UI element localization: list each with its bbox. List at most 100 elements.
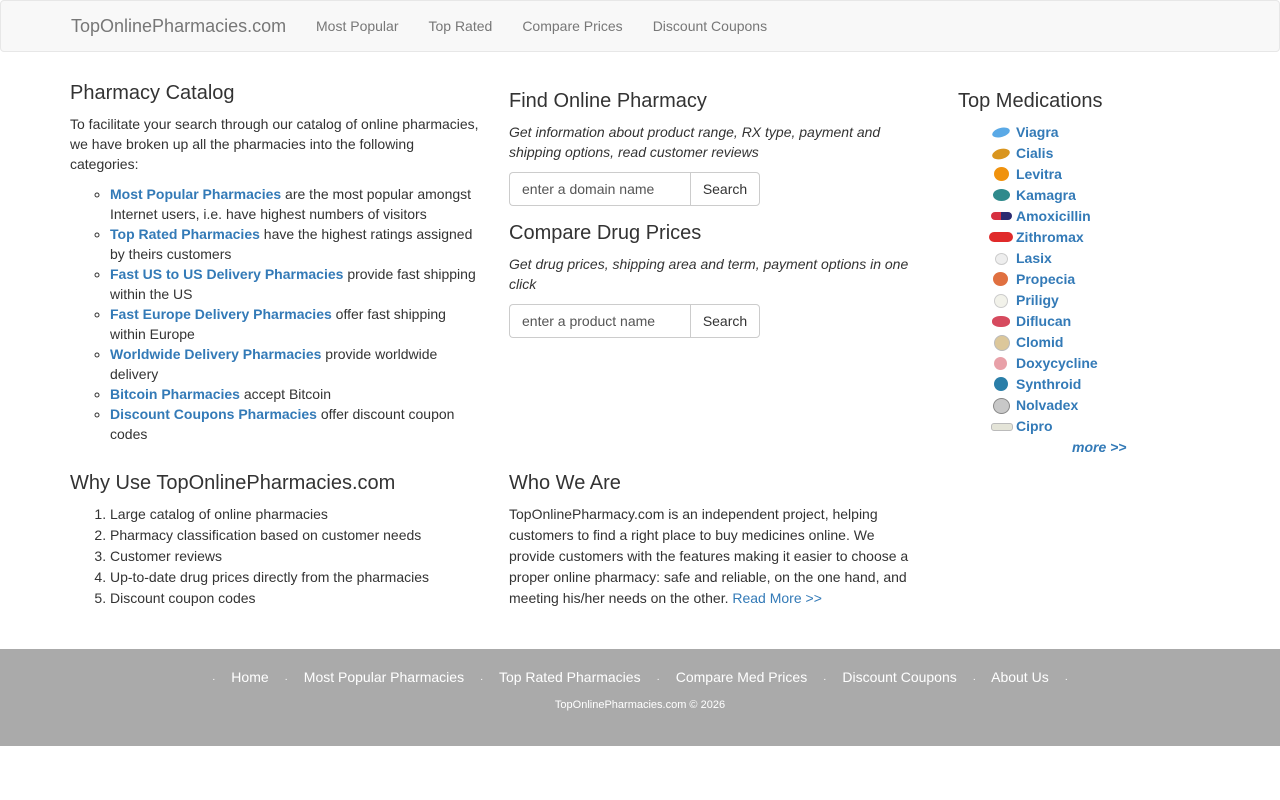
blue-pill-icon bbox=[991, 125, 1011, 139]
medication-link-diflucan[interactable]: Diflucan bbox=[1016, 313, 1071, 329]
separator: · bbox=[212, 674, 216, 685]
medication-link-lasix[interactable]: Lasix bbox=[1016, 250, 1052, 266]
who-we-are-section: Who We Are TopOnlinePharmacy.com is an i… bbox=[509, 472, 914, 609]
domain-search-input[interactable] bbox=[509, 172, 690, 206]
medication-item: Viagra bbox=[991, 121, 1208, 142]
category-link-worldwide[interactable]: Worldwide Delivery Pharmacies bbox=[110, 346, 321, 362]
category-desc: accept Bitcoin bbox=[239, 386, 331, 402]
medication-item: Nolvadex bbox=[991, 394, 1208, 415]
yellow-pill-icon bbox=[991, 146, 1011, 161]
navbar: TopOnlinePharmacies.com Most Popular Top… bbox=[0, 0, 1280, 52]
find-pharmacy-desc: Get information about product range, RX … bbox=[509, 124, 881, 160]
teal-pill-icon bbox=[991, 376, 1011, 391]
teal-pill-icon bbox=[991, 188, 1011, 202]
medication-link-amoxicillin[interactable]: Amoxicillin bbox=[1016, 208, 1091, 224]
separator: · bbox=[972, 674, 976, 685]
domain-search-form: Search bbox=[509, 172, 760, 206]
medication-item: Synthroid bbox=[991, 373, 1208, 394]
medication-link-doxycycline[interactable]: Doxycycline bbox=[1016, 355, 1098, 371]
list-item: Up-to-date drug prices directly from the… bbox=[110, 567, 485, 588]
separator: · bbox=[656, 674, 660, 685]
medication-item: Cialis bbox=[991, 142, 1208, 163]
domain-search-button[interactable]: Search bbox=[690, 172, 760, 206]
category-item: Most Popular Pharmacies are the most pop… bbox=[110, 184, 485, 224]
category-link-us-delivery[interactable]: Fast US to US Delivery Pharmacies bbox=[110, 266, 343, 282]
compare-prices-desc: Get drug prices, shipping area and term,… bbox=[509, 256, 909, 292]
medication-list: Viagra Cialis Levitra Kamagra Amoxicilli… bbox=[958, 121, 1208, 436]
medication-item: Zithromax bbox=[989, 226, 1208, 247]
white-oblong-pill-icon bbox=[991, 419, 1013, 433]
beige-pill-icon bbox=[991, 334, 1011, 351]
medication-link-nolvadex[interactable]: Nolvadex bbox=[1016, 397, 1078, 413]
separator: · bbox=[479, 674, 484, 685]
separator: · bbox=[1064, 674, 1068, 685]
medication-link-priligy[interactable]: Priligy bbox=[1016, 292, 1059, 308]
salmon-pill-icon bbox=[991, 271, 1011, 286]
copyright: TopOnlinePharmacies.com © 2026 bbox=[554, 699, 726, 711]
list-item: Pharmacy classification based on custome… bbox=[110, 525, 485, 546]
footer-link-compare-prices[interactable]: Compare Med Prices bbox=[676, 669, 808, 685]
nav-top-rated[interactable]: Top Rated bbox=[413, 1, 507, 51]
medication-item: Doxycycline bbox=[991, 352, 1208, 373]
footer-link-most-popular[interactable]: Most Popular Pharmacies bbox=[304, 669, 464, 685]
white-pill-icon bbox=[991, 251, 1011, 265]
footer: · Home · Most Popular Pharmacies · Top R… bbox=[0, 649, 1280, 746]
category-link-bitcoin[interactable]: Bitcoin Pharmacies bbox=[110, 386, 240, 402]
footer-link-discount-coupons[interactable]: Discount Coupons bbox=[842, 669, 956, 685]
medication-link-cialis[interactable]: Cialis bbox=[1016, 145, 1053, 161]
list-item: Discount coupon codes bbox=[110, 588, 485, 609]
category-item: Fast Europe Delivery Pharmacies offer fa… bbox=[110, 304, 485, 344]
who-we-are-text: TopOnlinePharmacy.com is an independent … bbox=[509, 504, 914, 609]
product-search-form: Search bbox=[509, 304, 760, 338]
section-title: Pharmacy Catalog bbox=[70, 82, 235, 104]
footer-link-top-rated[interactable]: Top Rated Pharmacies bbox=[499, 669, 641, 685]
read-more-link[interactable]: Read More >> bbox=[732, 590, 822, 606]
category-link-discount-coupons[interactable]: Discount Coupons Pharmacies bbox=[110, 406, 317, 422]
nav-discount-coupons[interactable]: Discount Coupons bbox=[638, 1, 782, 51]
medication-link-viagra[interactable]: Viagra bbox=[1016, 124, 1059, 140]
catalog-intro: To facilitate your search through our ca… bbox=[70, 116, 479, 172]
medication-link-cipro[interactable]: Cipro bbox=[1016, 418, 1053, 434]
category-item: Worldwide Delivery Pharmacies provide wo… bbox=[110, 344, 485, 384]
medication-item: Priligy bbox=[991, 289, 1208, 310]
top-medications-section: Top Medications Viagra Cialis Levitra Ka… bbox=[958, 90, 1208, 455]
footer-nav: · Home · Most Popular Pharmacies · Top R… bbox=[0, 669, 1280, 685]
medication-item: Propecia bbox=[991, 268, 1208, 289]
product-search-input[interactable] bbox=[509, 304, 690, 338]
category-list: Most Popular Pharmacies are the most pop… bbox=[70, 184, 485, 444]
medication-item: Clomid bbox=[991, 331, 1208, 352]
medication-link-zithromax[interactable]: Zithromax bbox=[1016, 229, 1084, 245]
product-search-button[interactable]: Search bbox=[690, 304, 760, 338]
who-we-are-title: Who We Are bbox=[509, 472, 621, 494]
nav-compare-prices[interactable]: Compare Prices bbox=[507, 1, 637, 51]
find-pharmacy-title: Find Online Pharmacy bbox=[509, 90, 707, 112]
list-item: Large catalog of online pharmacies bbox=[110, 504, 485, 525]
medication-link-clomid[interactable]: Clomid bbox=[1016, 334, 1063, 350]
separator: · bbox=[284, 674, 288, 685]
brand-link[interactable]: TopOnlinePharmacies.com bbox=[71, 16, 286, 36]
category-link-europe-delivery[interactable]: Fast Europe Delivery Pharmacies bbox=[110, 306, 332, 322]
why-use-section: Why Use TopOnlinePharmacies.com Large ca… bbox=[70, 472, 485, 609]
medication-item: Kamagra bbox=[991, 184, 1208, 205]
main-nav: Most Popular Top Rated Compare Prices Di… bbox=[301, 1, 782, 51]
more-medications-link[interactable]: more >> bbox=[1072, 439, 1126, 455]
compare-prices-title: Compare Drug Prices bbox=[509, 222, 702, 244]
orange-pill-icon bbox=[991, 166, 1011, 181]
medication-link-synthroid[interactable]: Synthroid bbox=[1016, 376, 1081, 392]
medication-link-propecia[interactable]: Propecia bbox=[1016, 271, 1075, 287]
footer-link-about-us[interactable]: About Us bbox=[991, 669, 1049, 685]
medication-item: Amoxicillin bbox=[991, 205, 1208, 226]
category-item: Bitcoin Pharmacies accept Bitcoin bbox=[110, 384, 485, 404]
red-pill-icon bbox=[989, 230, 1013, 244]
nav-most-popular[interactable]: Most Popular bbox=[301, 1, 413, 51]
pharmacy-catalog-section: Pharmacy Catalog To facilitate your sear… bbox=[70, 82, 485, 444]
category-item: Fast US to US Delivery Pharmacies provid… bbox=[110, 264, 485, 304]
medication-link-kamagra[interactable]: Kamagra bbox=[1016, 187, 1076, 203]
top-medications-title: Top Medications bbox=[958, 90, 1103, 112]
why-use-title: Why Use TopOnlinePharmacies.com bbox=[70, 472, 396, 494]
footer-link-home[interactable]: Home bbox=[231, 669, 268, 685]
medication-item: Lasix bbox=[991, 247, 1208, 268]
medication-link-levitra[interactable]: Levitra bbox=[1016, 166, 1062, 182]
category-link-top-rated[interactable]: Top Rated Pharmacies bbox=[110, 226, 260, 242]
category-link-most-popular[interactable]: Most Popular Pharmacies bbox=[110, 186, 281, 202]
